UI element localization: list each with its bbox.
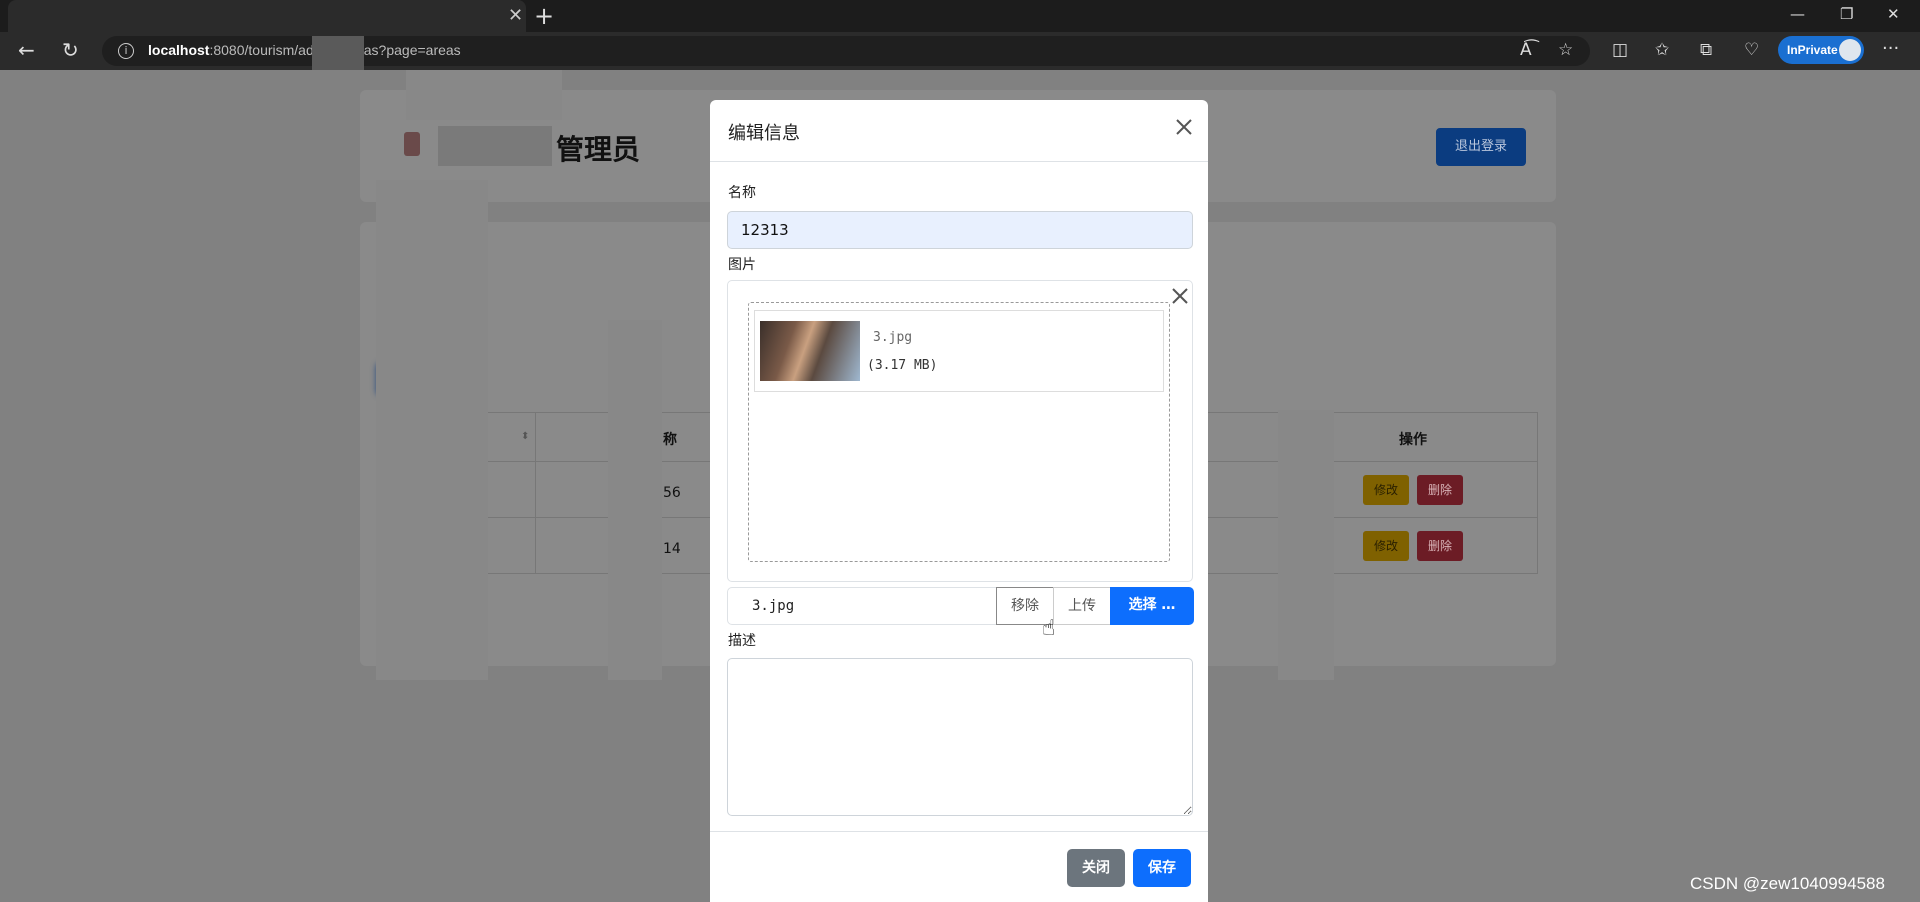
tab-close-icon[interactable]: ✕ [508, 5, 523, 26]
read-aloud-icon[interactable]: A͡ [1520, 40, 1532, 60]
modal-title: 编辑信息 [728, 123, 800, 144]
modal-footer: 关闭 保存 [710, 831, 1208, 902]
file-input-group: 3.jpg 移除 上传 选择 … ☝ [727, 587, 1194, 641]
file-preview-card: 3.jpg (3.17 MB) [754, 310, 1164, 392]
browser-tab-active[interactable]: ✕ [8, 0, 526, 32]
delete-button[interactable]: 删除 [1417, 531, 1463, 561]
preview-close-icon[interactable] [1168, 284, 1192, 308]
url-text: localhost:8080/tourism/ad as?page=areas [148, 42, 461, 58]
edit-button[interactable]: 修改 [1363, 475, 1409, 505]
table-cell-name: 14 [663, 541, 681, 557]
preview-file-name: 3.jpg [873, 330, 913, 345]
modal-close-icon[interactable] [1170, 113, 1198, 141]
window-close-icon[interactable]: ✕ [1887, 5, 1900, 23]
upload-button[interactable]: 上传 [1053, 587, 1111, 625]
name-input[interactable] [727, 211, 1193, 249]
site-info-icon[interactable]: i [118, 43, 134, 59]
table-col-divider [535, 413, 536, 573]
preview-file-size: (3.17 MB) [867, 358, 938, 373]
browser-essentials-icon[interactable]: ♡ [1744, 40, 1759, 60]
save-button[interactable]: 保存 [1133, 849, 1191, 887]
file-drop-zone[interactable]: 3.jpg (3.17 MB) [748, 302, 1170, 562]
table-header-name: 称 [663, 432, 677, 448]
redaction-mask [1278, 410, 1334, 680]
logo-redaction-mask [438, 126, 552, 166]
redaction-mask [376, 180, 488, 680]
restore-icon[interactable]: ❐ [1840, 5, 1853, 23]
delete-button[interactable]: 删除 [1417, 475, 1463, 505]
description-label: 描述 [728, 633, 756, 649]
site-logo-icon [404, 132, 420, 156]
table-cell-name: 56 [663, 485, 681, 501]
collections-icon[interactable]: ⧉ [1700, 40, 1712, 60]
split-screen-icon[interactable]: ◫ [1612, 40, 1628, 60]
table-header-actions: 操作 [1399, 432, 1427, 448]
image-thumbnail [760, 321, 860, 381]
redaction-mask [406, 70, 562, 120]
logout-button[interactable]: 退出登录 [1436, 128, 1526, 166]
file-preview-box: 3.jpg (3.17 MB) [727, 280, 1193, 582]
watermark-text: CSDN @zew1040994588 [1690, 874, 1885, 893]
edit-info-modal: 编辑信息 名称 图片 3.jpg (3.17 MB) 3.jpg 移除 上传 选… [710, 100, 1208, 902]
admin-title: 管理员 [556, 133, 641, 166]
new-tab-icon[interactable]: + [534, 2, 554, 30]
hand-cursor-icon: ☝ [1042, 616, 1056, 641]
close-button[interactable]: 关闭 [1067, 849, 1125, 887]
address-bar[interactable]: i localhost:8080/tourism/ad as?page=areas [102, 36, 1590, 74]
favorite-star-icon[interactable]: ☆ [1558, 40, 1573, 60]
name-label: 名称 [728, 185, 756, 201]
image-label: 图片 [728, 257, 756, 273]
description-textarea[interactable] [727, 658, 1193, 816]
inprivate-label: InPrivate [1787, 43, 1838, 57]
profile-avatar-icon [1839, 39, 1861, 61]
file-caption: 3.jpg [752, 598, 795, 614]
refresh-icon[interactable]: ↻ [62, 38, 79, 62]
modal-header: 编辑信息 [710, 100, 1208, 162]
minimize-icon[interactable]: — [1790, 5, 1805, 23]
browser-toolbar: ← ↻ i localhost:8080/tourism/ad as?page=a… [0, 32, 1920, 74]
browser-tabstrip: ✕ + — ❐ ✕ [0, 0, 1920, 32]
back-arrow-icon[interactable]: ← [18, 38, 35, 62]
edit-button[interactable]: 修改 [1363, 531, 1409, 561]
redaction-mask [608, 320, 662, 680]
inprivate-badge[interactable]: InPrivate [1778, 36, 1864, 64]
sort-icon[interactable]: ⬍ [521, 431, 529, 442]
favorites-list-icon[interactable]: ✩ [1655, 40, 1669, 60]
more-menu-icon[interactable]: ··· [1882, 38, 1899, 59]
browse-button[interactable]: 选择 … [1110, 587, 1194, 625]
url-redaction-mask [312, 36, 364, 74]
